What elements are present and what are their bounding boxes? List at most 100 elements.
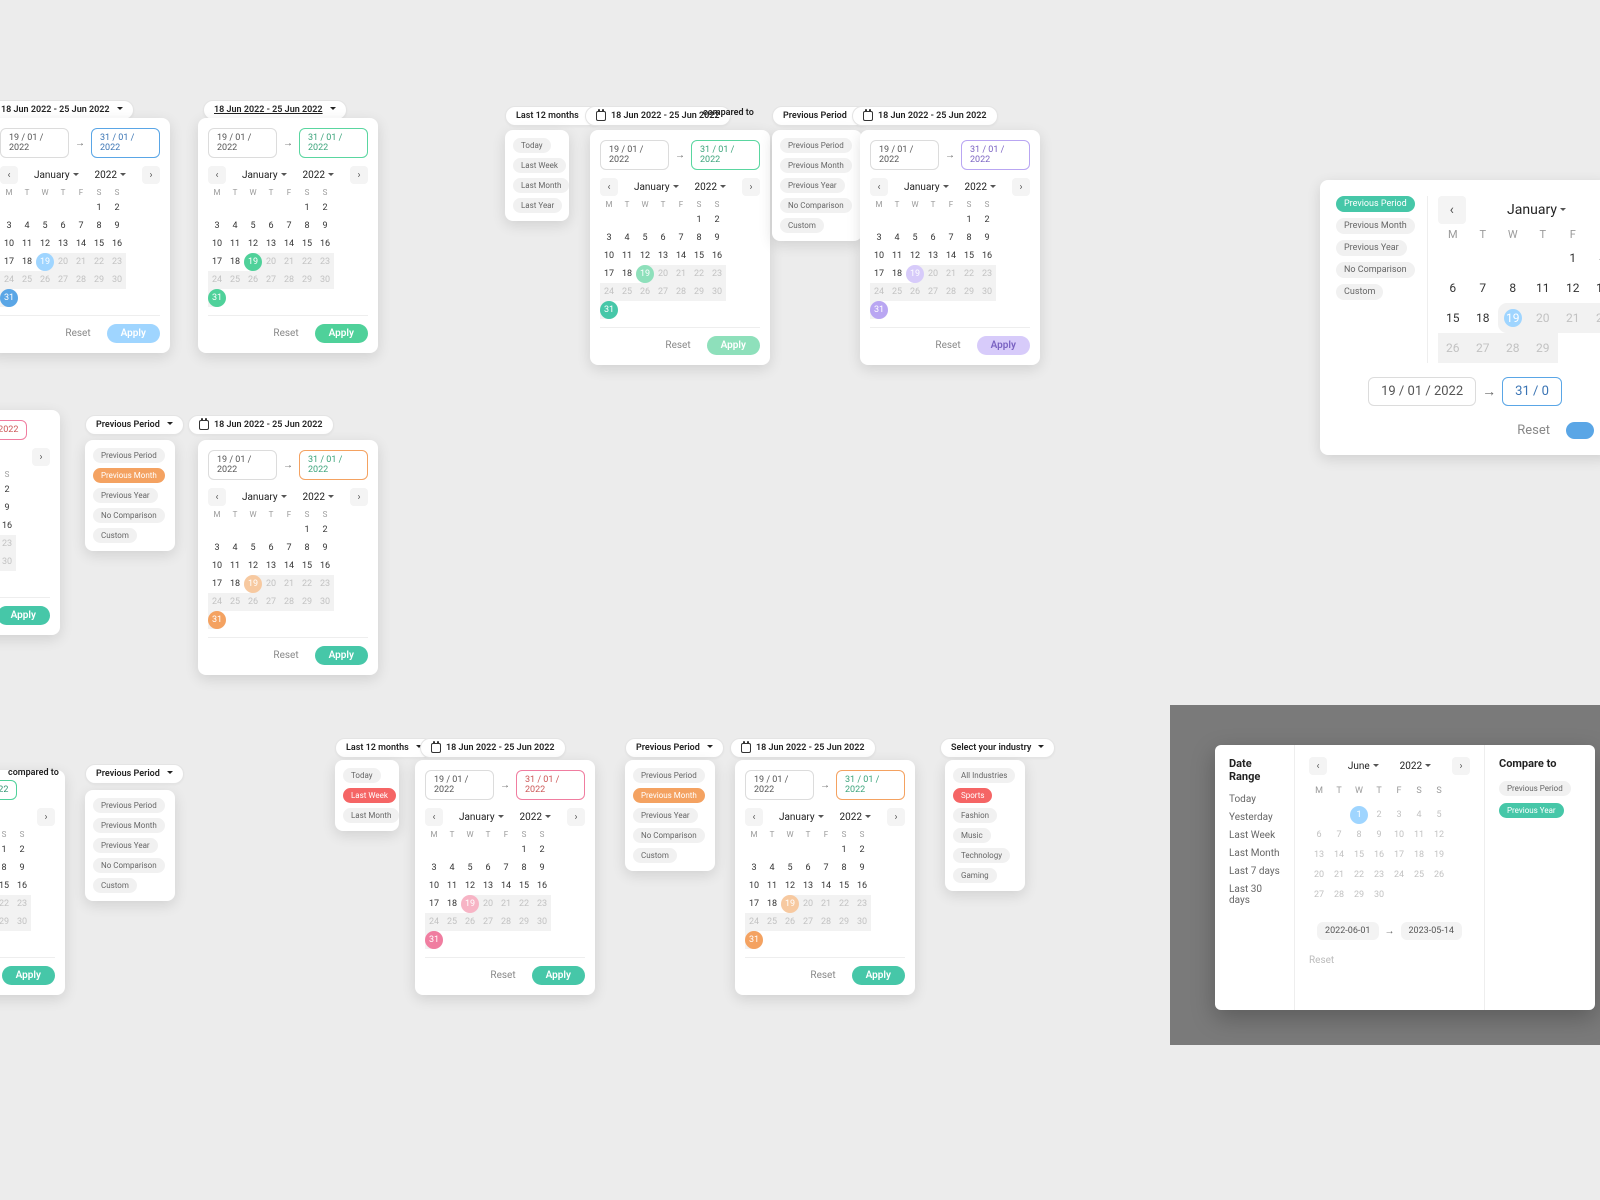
calendar-grid[interactable]: 1234567891011121314151617181920212223242… xyxy=(1309,805,1470,905)
reset-button[interactable]: Reset xyxy=(59,324,96,343)
reset-button[interactable]: Reset xyxy=(267,646,304,665)
chip-prev-month[interactable]: Previous Month xyxy=(93,468,165,483)
month-select[interactable]: January xyxy=(242,170,287,181)
chip-prev-period[interactable]: Previous Period xyxy=(633,768,705,783)
range-trigger[interactable]: 18 Jun 2022 - 25 Jun 2022 xyxy=(852,106,998,126)
next-month-button[interactable]: › xyxy=(742,178,760,196)
month-select[interactable]: June xyxy=(1348,761,1379,772)
chip-prev-year[interactable]: Previous Year xyxy=(780,178,845,193)
chip-prev-year[interactable]: Previous Year xyxy=(93,838,158,853)
next-month-button[interactable]: › xyxy=(567,808,585,826)
calendar-grid[interactable]: 1234567891011121314151617181920212223242… xyxy=(0,481,50,589)
reset-button[interactable]: Reset xyxy=(1511,422,1556,439)
start-date-input[interactable]: 19 / 01 / 2022 xyxy=(208,128,277,158)
end-date-input[interactable]: 31 / 01 / 2022 xyxy=(516,770,585,800)
end-date-input[interactable]: 31 / 01 / 2022 xyxy=(0,780,17,800)
chip-prev-year[interactable]: Previous Year xyxy=(93,488,158,503)
chip-sports[interactable]: Sports xyxy=(953,788,992,803)
reset-button[interactable]: Reset xyxy=(929,336,966,355)
chip-no-comparison[interactable]: No Comparison xyxy=(1336,262,1415,278)
next-month-button[interactable]: › xyxy=(37,808,55,826)
chip-no-comparison[interactable]: No Comparison xyxy=(93,858,165,873)
calendar-grid[interactable]: 1234567891011121314151617181920212223242… xyxy=(0,841,55,949)
reset-button[interactable]: Reset xyxy=(804,966,841,985)
chip-prev-month[interactable]: Previous Month xyxy=(93,818,165,833)
reset-button[interactable]: Reset xyxy=(484,966,521,985)
start-date-input[interactable]: 19 / 01 / 2022 xyxy=(425,770,494,800)
chip-last-month[interactable]: Last Month xyxy=(513,178,569,193)
next-month-button[interactable]: › xyxy=(1452,757,1470,775)
chip-custom[interactable]: Custom xyxy=(93,528,137,543)
start-date-input[interactable]: 2022-06-01 xyxy=(1317,922,1378,940)
end-date-input[interactable]: 31 / 01 / 2022 xyxy=(691,140,760,170)
next-month-button[interactable]: › xyxy=(350,166,368,184)
start-date-input[interactable]: 19 / 01 / 2022 xyxy=(745,770,814,800)
month-select[interactable]: January xyxy=(634,182,679,193)
calendar-grid[interactable]: 1234567891011121314151617181920212223242… xyxy=(425,841,585,949)
chip-last-week[interactable]: Last Week xyxy=(343,788,396,803)
prev-month-button[interactable]: ‹ xyxy=(870,178,888,196)
chip-no-comparison[interactable]: No Comparison xyxy=(633,828,705,843)
end-date-input[interactable]: 31 / 01 / 2022 xyxy=(299,450,368,480)
month-select[interactable]: January xyxy=(779,812,824,823)
end-date-input[interactable]: 31 / 01 / 2022 xyxy=(0,420,27,440)
chip-last-week[interactable]: Last Week xyxy=(513,158,566,173)
reset-button[interactable]: Reset xyxy=(267,324,304,343)
apply-button[interactable]: Apply xyxy=(852,966,905,985)
next-month-button[interactable]: › xyxy=(32,448,50,466)
chip-no-comparison[interactable]: No Comparison xyxy=(780,198,852,213)
next-month-button[interactable]: › xyxy=(142,166,160,184)
year-select[interactable]: 2022 xyxy=(840,812,871,823)
chip-prev-year[interactable]: Previous Year xyxy=(1336,240,1407,256)
apply-button[interactable]: Apply xyxy=(2,966,55,985)
prev-month-button[interactable]: ‹ xyxy=(0,166,18,184)
apply-button[interactable]: Apply xyxy=(0,606,50,625)
chip-prev-period[interactable]: Previous Period xyxy=(1336,196,1415,212)
preset-last-30[interactable]: Last 30 days xyxy=(1229,884,1280,906)
prev-month-button[interactable]: ‹ xyxy=(1309,757,1327,775)
end-date-input[interactable]: 31 / 01 / 2022 xyxy=(91,128,160,158)
year-select[interactable]: 2022 xyxy=(965,182,996,193)
preset-last-week[interactable]: Last Week xyxy=(1229,830,1280,841)
month-select[interactable]: January xyxy=(242,492,287,503)
calendar-grid[interactable]: 1234567891011121314151617181920212223242… xyxy=(0,199,160,307)
range-trigger[interactable]: 18 Jun 2022 - 25 Jun 2022 xyxy=(188,415,334,435)
end-date-input[interactable]: 31 / 01 / 2022 xyxy=(836,770,905,800)
prev-period-trigger[interactable]: Previous Period xyxy=(85,764,184,784)
start-date-input[interactable]: 19 / 01 / 2022 xyxy=(0,128,69,158)
year-select[interactable]: 2022 xyxy=(520,812,551,823)
reset-button[interactable]: Reset xyxy=(1309,955,1470,966)
chip-custom[interactable]: Custom xyxy=(1336,284,1383,300)
chip-fashion[interactable]: Fashion xyxy=(953,808,997,823)
end-date-input[interactable]: 2023-05-14 xyxy=(1401,922,1462,940)
end-date-input[interactable]: 31 / 0 xyxy=(1502,377,1562,406)
month-select[interactable]: January xyxy=(904,182,949,193)
calendar-grid[interactable]: 1234567891011121314151617181920212223242… xyxy=(870,211,1030,319)
range-trigger[interactable]: 18 Jun 2022 - 25 Jun 2022 xyxy=(0,100,134,120)
calendar-grid[interactable]: 1234567891011121314151617181920212223242… xyxy=(745,841,905,949)
chip-gaming[interactable]: Gaming xyxy=(953,868,997,883)
chip-prev-month[interactable]: Previous Month xyxy=(633,788,705,803)
month-select[interactable]: January xyxy=(459,812,504,823)
start-date-input[interactable]: 19 / 01 / 2022 xyxy=(870,140,939,170)
chip-prev-month[interactable]: Previous Month xyxy=(780,158,852,173)
start-date-input[interactable]: 19 / 01 / 2022 xyxy=(600,140,669,170)
prev-month-button[interactable]: ‹ xyxy=(600,178,618,196)
apply-button[interactable] xyxy=(1566,422,1594,439)
year-select[interactable]: 2022 xyxy=(1400,761,1431,772)
chip-today[interactable]: Today xyxy=(513,138,551,153)
range-trigger[interactable]: 18 Jun 2022 - 25 Jun 2022 xyxy=(420,738,566,758)
preset-last-7[interactable]: Last 7 days xyxy=(1229,866,1280,877)
start-date-input[interactable]: 19 / 01 / 2022 xyxy=(1368,377,1476,406)
apply-button[interactable]: Apply xyxy=(315,646,368,665)
chip-all-industries[interactable]: All Industries xyxy=(953,768,1015,783)
prev-month-button[interactable]: ‹ xyxy=(1438,196,1466,224)
month-select[interactable]: January xyxy=(1507,202,1566,218)
chip-technology[interactable]: Technology xyxy=(953,848,1010,863)
end-date-input[interactable]: 31 / 01 / 2022 xyxy=(961,140,1030,170)
preset-today[interactable]: Today xyxy=(1229,794,1280,805)
calendar-grid[interactable]: 1234567891011121314151617181920212223242… xyxy=(600,211,760,319)
apply-button[interactable]: Apply xyxy=(532,966,585,985)
preset-last-month[interactable]: Last Month xyxy=(1229,848,1280,859)
apply-button[interactable]: Apply xyxy=(107,324,160,343)
